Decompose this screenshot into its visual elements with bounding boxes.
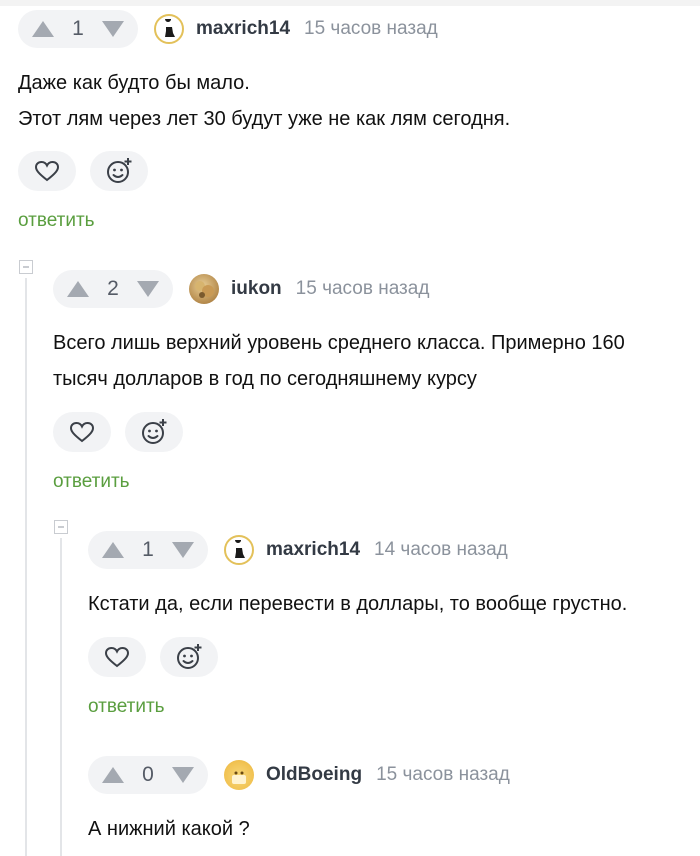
arrow-down-icon — [172, 767, 194, 783]
arrow-down-icon — [172, 542, 194, 558]
comment-actions — [88, 637, 218, 677]
comment-time: 15 часов назад — [295, 278, 430, 299]
upvote-button[interactable] — [100, 762, 126, 788]
arrow-up-icon — [102, 542, 124, 558]
add-emoji-icon — [177, 644, 202, 669]
reply-link[interactable]: ответить — [88, 696, 165, 718]
like-button[interactable] — [53, 412, 111, 452]
rating-value: 2 — [107, 277, 119, 300]
reaction-button[interactable] — [125, 412, 183, 452]
silhouette-avatar-icon — [165, 19, 175, 37]
add-emoji-icon — [142, 419, 167, 444]
silhouette-avatar-icon — [235, 540, 245, 558]
comment: 1 maxrich14 14 часов назад Кстати да, ес… — [88, 531, 627, 622]
heart-icon — [69, 421, 95, 443]
comment-line: Даже как будто бы мало. — [18, 72, 250, 94]
arrow-up-icon — [102, 767, 124, 783]
upvote-button[interactable] — [30, 16, 56, 42]
heart-icon — [34, 160, 60, 182]
downvote-button[interactable] — [135, 276, 161, 302]
comment-line: Этот лям через лет 30 будут уже не как л… — [18, 108, 511, 130]
comment-time: 15 часов назад — [376, 764, 510, 785]
user-avatar[interactable] — [154, 14, 184, 44]
user-avatar[interactable] — [224, 760, 254, 790]
comment-text: Даже как будто бы мало. Этот лям через л… — [18, 65, 510, 137]
add-emoji-icon — [107, 158, 132, 183]
comment-time: 15 часов назад — [304, 18, 438, 39]
downvote-button[interactable] — [170, 537, 196, 563]
upvote-button[interactable] — [100, 537, 126, 563]
thread-line — [60, 538, 62, 856]
reply-link[interactable]: ответить — [53, 471, 130, 493]
reaction-button[interactable] — [160, 637, 218, 677]
comment-header: 2 iukon 15 часов назад — [53, 270, 625, 308]
author-name[interactable]: OldBoeing — [266, 764, 362, 786]
rating-value: 1 — [72, 17, 84, 40]
comment-time: 14 часов назад — [374, 539, 508, 560]
comment-line: Кстати да, если перевести в доллары, то … — [88, 593, 628, 615]
comment-header: 0 OldBoeing 15 часов назад — [88, 756, 510, 794]
reply-link[interactable]: ответить — [18, 210, 95, 232]
author-name[interactable]: maxrich14 — [266, 539, 360, 561]
comment: 2 iukon 15 часов назад Всего лишь верхни… — [53, 270, 625, 397]
comment-text: Всего лишь верхний уровень среднего клас… — [53, 325, 625, 397]
comment-line: А нижний какой ? — [88, 818, 250, 840]
reaction-button[interactable] — [90, 151, 148, 191]
like-button[interactable] — [18, 151, 76, 191]
comment-header: 1 maxrich14 15 часов назад — [18, 10, 510, 48]
like-button[interactable] — [88, 637, 146, 677]
photo-avatar-icon — [195, 281, 214, 298]
comment-line: тысяч долларов в год по сегодняшнему кур… — [53, 368, 477, 390]
collapse-thread-button[interactable] — [19, 260, 33, 274]
user-avatar[interactable] — [189, 274, 219, 304]
arrow-down-icon — [137, 281, 159, 297]
heart-icon — [104, 646, 130, 668]
downvote-button[interactable] — [170, 762, 196, 788]
comment-text: Кстати да, если перевести в доллары, то … — [88, 586, 627, 622]
vote-pill: 1 — [18, 10, 138, 48]
comment-actions — [53, 412, 183, 452]
arrow-up-icon — [67, 281, 89, 297]
arrow-up-icon — [32, 21, 54, 37]
vote-pill: 0 — [88, 756, 208, 794]
comment-text: А нижний какой ? — [88, 811, 510, 847]
thread-line — [25, 278, 27, 856]
cartoon-avatar-icon — [232, 771, 246, 784]
vote-pill: 2 — [53, 270, 173, 308]
user-avatar[interactable] — [224, 535, 254, 565]
rating-value: 1 — [142, 538, 154, 561]
comment-header: 1 maxrich14 14 часов назад — [88, 531, 627, 569]
arrow-down-icon — [102, 21, 124, 37]
top-edge — [0, 0, 700, 6]
author-name[interactable]: maxrich14 — [196, 18, 290, 40]
comment: 0 OldBoeing 15 часов назад А нижний како… — [88, 756, 510, 847]
rating-value: 0 — [142, 763, 154, 786]
collapse-thread-button[interactable] — [54, 520, 68, 534]
author-name[interactable]: iukon — [231, 278, 282, 300]
upvote-button[interactable] — [65, 276, 91, 302]
comment-line: Всего лишь верхний уровень среднего клас… — [53, 332, 625, 354]
downvote-button[interactable] — [100, 16, 126, 42]
comment: 1 maxrich14 15 часов назад Даже как будт… — [18, 10, 510, 137]
vote-pill: 1 — [88, 531, 208, 569]
comment-actions — [18, 151, 148, 191]
